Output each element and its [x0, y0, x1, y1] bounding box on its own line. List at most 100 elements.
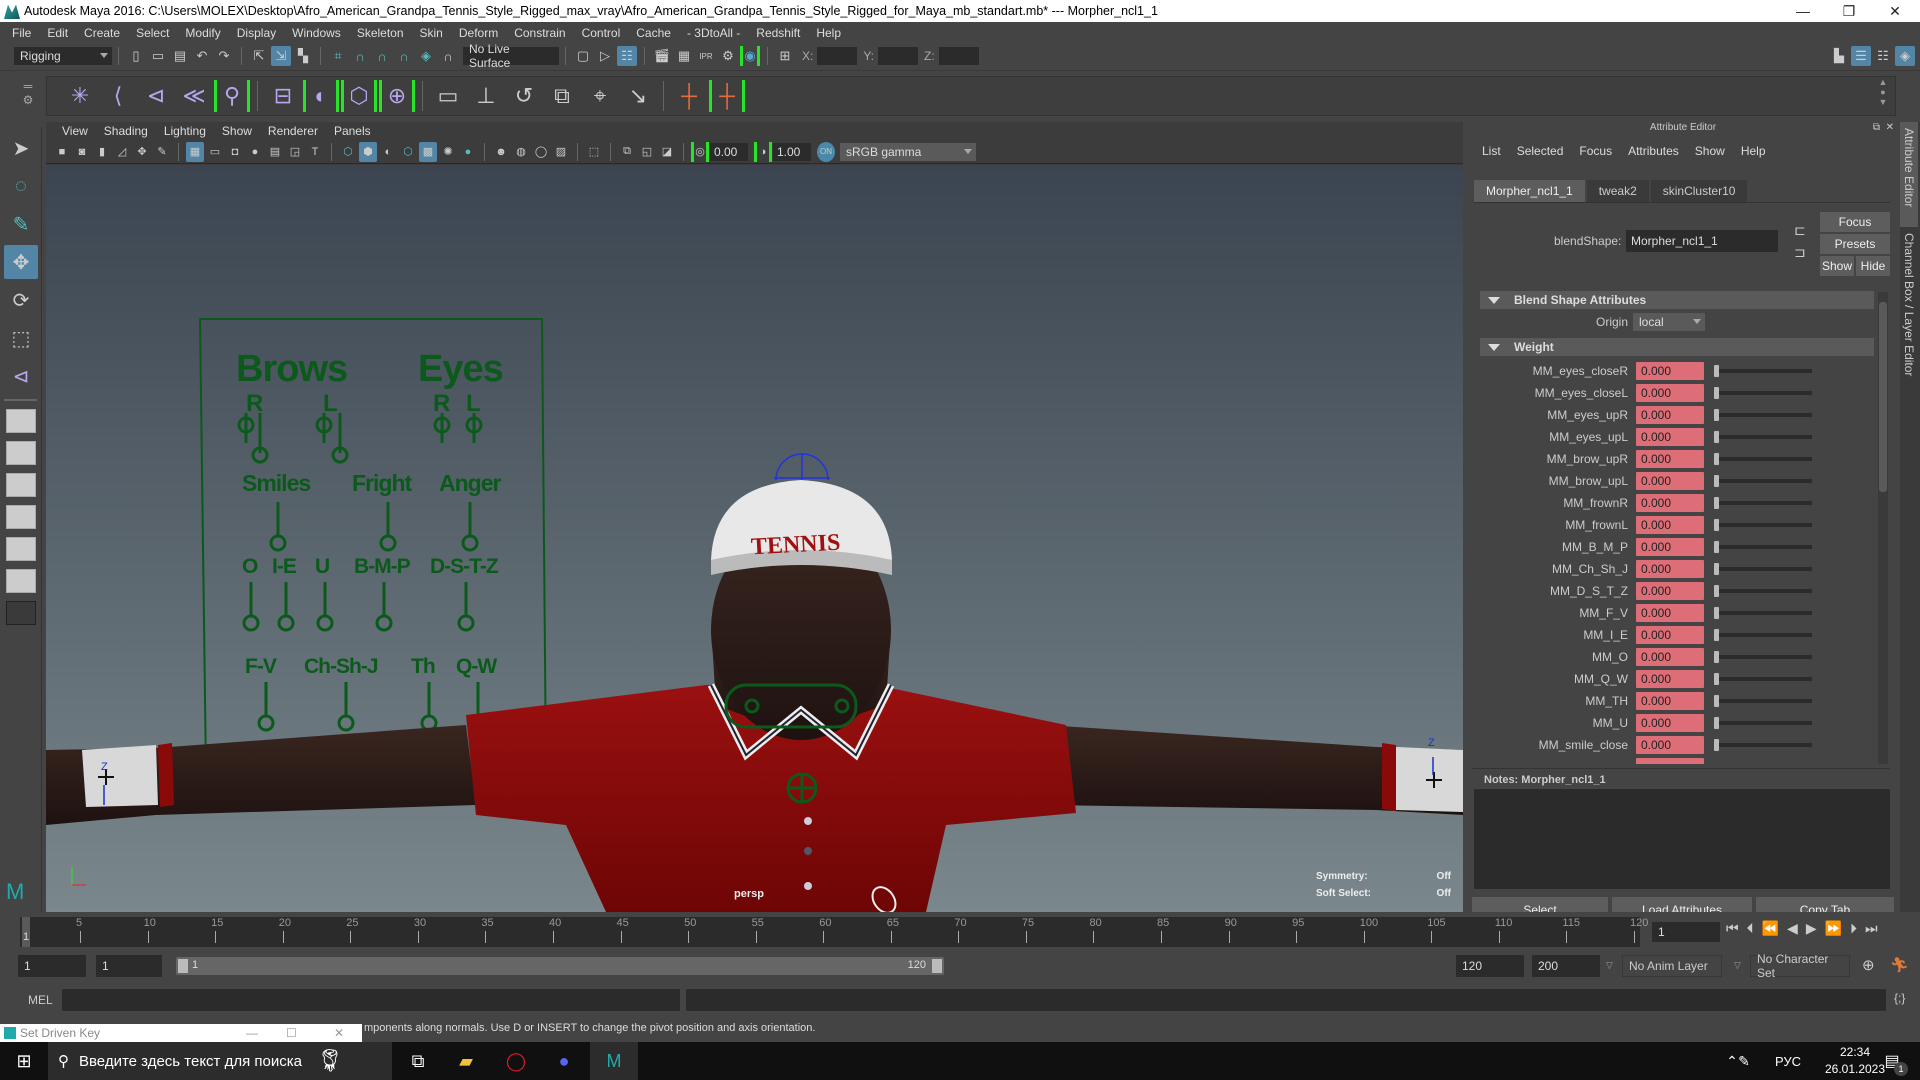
menu-skin[interactable]: Skin	[412, 26, 451, 40]
viewport-menu-shading[interactable]: Shading	[96, 124, 156, 138]
camera-select-icon[interactable]: ■	[53, 142, 71, 162]
float-panel-icon[interactable]: ⧉	[1873, 122, 1880, 133]
weight-value-field[interactable]	[1636, 758, 1704, 764]
weight-slider-handle[interactable]	[1714, 475, 1719, 487]
grease-pencil-icon[interactable]: ✎	[153, 142, 171, 162]
live-surface-field[interactable]: No Live Surface	[463, 42, 559, 70]
weight-slider-handle[interactable]	[1714, 519, 1719, 531]
menu-cache[interactable]: Cache	[628, 26, 679, 40]
weight-slider-track[interactable]	[1716, 567, 1812, 571]
tool-settings-icon[interactable]: ☷	[1873, 46, 1893, 66]
snap-point-icon[interactable]: ∩	[372, 46, 392, 66]
weight-value-field[interactable]: 0.000	[1636, 406, 1704, 424]
lasso-tool-icon[interactable]: ◌	[4, 169, 38, 203]
character-set-chevron-icon[interactable]: ▽	[1734, 960, 1741, 971]
language-indicator[interactable]: РУС	[1764, 1042, 1812, 1080]
close-panel-icon[interactable]: ✕	[1886, 122, 1894, 133]
scrollbar-thumb[interactable]	[1879, 302, 1887, 492]
y-field[interactable]	[878, 47, 919, 65]
bind-skin-icon[interactable]: ⊟	[265, 80, 301, 112]
input-box-icon[interactable]: ⊞	[775, 46, 795, 66]
weight-slider-track[interactable]	[1716, 633, 1812, 637]
hide-button[interactable]: Hide	[1856, 256, 1890, 276]
step-back-key-icon[interactable]: ⏴	[1747, 920, 1754, 937]
pole-vector-constraint-icon[interactable]: ↘	[620, 80, 656, 112]
go-to-end-icon[interactable]: ⏭	[1865, 920, 1878, 937]
ae-menu-list[interactable]: List	[1474, 144, 1509, 158]
weight-slider-track[interactable]	[1716, 369, 1812, 373]
weight-value-field[interactable]: 0.000	[1636, 472, 1704, 490]
weight-slider-handle[interactable]	[1714, 651, 1719, 663]
weight-value-field[interactable]: 0.000	[1636, 538, 1704, 556]
field-chart-icon[interactable]: ▤	[266, 142, 284, 162]
persp-outliner-graph-layout-icon[interactable]	[6, 569, 36, 593]
menu-windows[interactable]: Windows	[284, 26, 349, 40]
task-view-icon[interactable]: ⧉	[394, 1042, 442, 1080]
anim-layer-dropdown[interactable]: No Anim Layer	[1622, 955, 1722, 977]
play-backward-icon[interactable]: ◀	[1787, 920, 1798, 937]
menuset-dropdown[interactable]: Rigging	[14, 47, 112, 65]
weight-slider-track[interactable]	[1716, 677, 1812, 681]
select-tool-icon[interactable]: ➤	[4, 131, 38, 165]
wireframe-icon[interactable]: ⬡	[339, 142, 357, 162]
gate-mask-icon[interactable]: ●	[246, 142, 264, 162]
four-view-layout-icon[interactable]	[6, 441, 36, 465]
depth-of-field-icon[interactable]: ▨	[552, 142, 570, 162]
tab-skincluster10[interactable]: skinCluster10	[1650, 180, 1748, 202]
go-to-start-icon[interactable]: ⏮	[1726, 920, 1739, 937]
weight-slider-track[interactable]	[1716, 435, 1812, 439]
weight-slider-handle[interactable]	[1714, 695, 1719, 707]
single-perspective-layout-icon[interactable]	[6, 409, 36, 433]
weight-value-field[interactable]: 0.000	[1636, 582, 1704, 600]
wireframe-on-shaded-icon[interactable]: ⬡	[399, 142, 417, 162]
attribute-scrollbar[interactable]	[1878, 292, 1888, 764]
sdk-maximize-button[interactable]: ☐	[286, 1026, 297, 1040]
opera-icon[interactable]: ◯	[492, 1042, 540, 1080]
playback-end-field[interactable]: 120	[1456, 955, 1524, 977]
weight-slider-handle[interactable]	[1714, 673, 1719, 685]
weight-slider-track[interactable]	[1716, 589, 1812, 593]
weight-value-field[interactable]: 0.000	[1636, 362, 1704, 380]
weight-slider-handle[interactable]	[1714, 387, 1719, 399]
weight-value-field[interactable]: 0.000	[1636, 428, 1704, 446]
render-frame-icon[interactable]: 🎬︎	[652, 46, 672, 66]
minimize-button[interactable]: —	[1780, 0, 1826, 22]
ae-menu-attributes[interactable]: Attributes	[1620, 144, 1687, 158]
persp-graph-layout-icon[interactable]	[6, 505, 36, 529]
paint-select-tool-icon[interactable]: ✎	[4, 207, 38, 241]
sdk-minimize-button[interactable]: —	[246, 1026, 258, 1040]
gamma-icon[interactable]: ◑	[754, 141, 772, 162]
weight-value-field[interactable]: 0.000	[1636, 692, 1704, 710]
viewport-menu-renderer[interactable]: Renderer	[260, 124, 326, 138]
ae-menu-help[interactable]: Help	[1733, 144, 1774, 158]
select-hierarchy-icon[interactable]: ⇱	[249, 46, 269, 66]
bookmark-icon[interactable]: ▮	[93, 142, 111, 162]
quick-rig-icon[interactable]: ⚲	[214, 80, 250, 112]
exposure-field[interactable]: 0.00	[710, 142, 748, 161]
menu-deform[interactable]: Deform	[451, 26, 506, 40]
motion-blur-icon[interactable]: ◍	[512, 142, 530, 162]
tab-tweak2[interactable]: tweak2	[1586, 180, 1649, 202]
last-tool-icon[interactable]: ⊲	[4, 359, 38, 393]
weight-slider-track[interactable]	[1716, 523, 1812, 527]
weight-value-field[interactable]: 0.000	[1636, 648, 1704, 666]
open-scene-icon[interactable]: ▭	[148, 46, 168, 66]
screen-space-ao-icon[interactable]: ☻	[492, 142, 510, 162]
weight-value-field[interactable]: 0.000	[1636, 714, 1704, 732]
tab-attribute-editor[interactable]: Attribute Editor	[1900, 122, 1918, 227]
weight-value-field[interactable]: 0.000	[1636, 560, 1704, 578]
image-plane-icon[interactable]: ◿	[113, 142, 131, 162]
parent-constraint-icon[interactable]: ▭	[430, 80, 466, 112]
focus-button[interactable]: Focus	[1820, 212, 1890, 232]
weight-value-field[interactable]: 0.000	[1636, 626, 1704, 644]
range-end-handle[interactable]	[932, 959, 942, 973]
select-object-icon[interactable]: ⇲	[271, 46, 291, 66]
maya-home-icon[interactable]: M	[6, 879, 36, 905]
weight-value-field[interactable]: 0.000	[1636, 516, 1704, 534]
snap-live-icon[interactable]: ◈	[416, 46, 436, 66]
weight-slider-track[interactable]	[1716, 391, 1812, 395]
weight-slider-handle[interactable]	[1714, 431, 1719, 443]
create-joints-icon[interactable]: ✳	[62, 80, 98, 112]
point-constraint-icon[interactable]: ⊥	[468, 80, 504, 112]
sdk-close-button[interactable]: ✕	[334, 1026, 344, 1040]
